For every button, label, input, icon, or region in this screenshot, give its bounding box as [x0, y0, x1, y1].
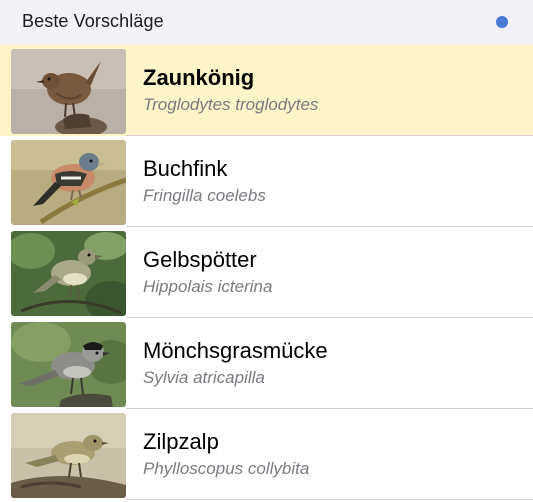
list-item-zilpzalp[interactable]: Zilpzalp Phylloscopus collybita [0, 409, 533, 500]
list-item-gelbspoetter[interactable]: Gelbspötter Hippolais icterina [0, 227, 533, 318]
section-title: Beste Vorschläge [22, 11, 164, 31]
bird-latin-name: Troglodytes troglodytes [143, 95, 319, 114]
bird-latin-name: Sylvia atricapilla [143, 368, 265, 387]
bird-latin-name: Fringilla coelebs [143, 186, 266, 205]
suggestions-screen: Beste Vorschläge Zaunkönig Troglodytes t… [0, 0, 533, 502]
bird-name: Gelbspötter [143, 247, 257, 272]
chiffchaff-photo-icon [11, 413, 126, 498]
bird-name: Zilpzalp [143, 429, 219, 454]
row-divider [126, 499, 533, 500]
bird-latin-name: Phylloscopus collybita [143, 459, 310, 478]
blackcap-photo-icon [11, 322, 126, 407]
list-item-buchfink[interactable]: Buchfink Fringilla coelebs [0, 136, 533, 227]
list-item-moenchsgrasmuecke[interactable]: Mönchsgrasmücke Sylvia atricapilla [0, 318, 533, 409]
chaffinch-photo-icon [11, 140, 126, 225]
wren-photo-icon [11, 49, 126, 134]
bird-name: Mönchsgrasmücke [143, 338, 328, 363]
section-header: Beste Vorschläge [0, 0, 533, 45]
bird-latin-name: Hippolais icterina [143, 277, 273, 296]
bird-name: Buchfink [143, 156, 228, 181]
status-dot-icon [496, 16, 508, 28]
icterine-warbler-photo-icon [11, 231, 126, 316]
bird-suggestion-list: Zaunkönig Troglodytes troglodytes Buchfi… [0, 45, 533, 500]
bird-name: Zaunkönig [143, 65, 255, 90]
list-item-zaunkoenig[interactable]: Zaunkönig Troglodytes troglodytes [0, 45, 533, 136]
